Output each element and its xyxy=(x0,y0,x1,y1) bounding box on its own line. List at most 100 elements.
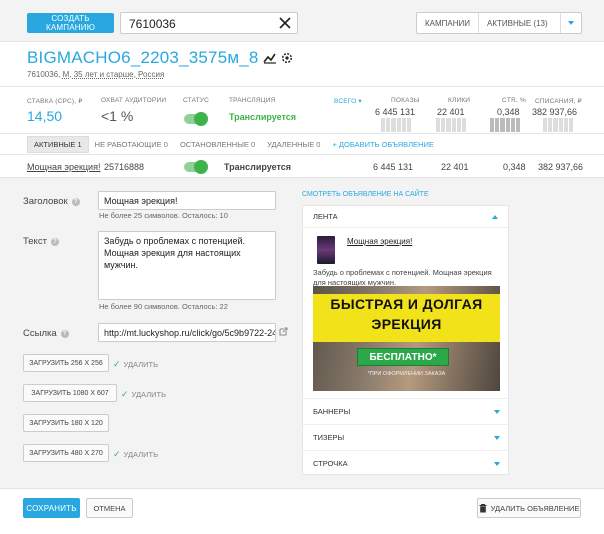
delete-1080-link[interactable]: ✓ Удалить xyxy=(121,389,166,400)
ad-id: 25716888 xyxy=(104,162,145,172)
ad-status-toggle[interactable] xyxy=(184,160,208,174)
ad-name-link[interactable]: Мощная эрекция! xyxy=(27,162,100,172)
line-label: Строчка xyxy=(313,459,348,468)
ad-ctr: 0,348 xyxy=(503,162,526,172)
delete-480-link[interactable]: ✓ Удалить xyxy=(113,449,158,460)
external-link-icon[interactable] xyxy=(279,327,288,336)
help-icon[interactable]: ? xyxy=(71,197,80,206)
headline-input[interactable]: Мощная эрекция! xyxy=(98,191,276,210)
ad-clicks: 22 401 xyxy=(441,162,469,172)
line-section-header[interactable]: Строчка xyxy=(303,450,510,476)
banners-section-header[interactable]: Баннеры xyxy=(303,398,510,424)
ad-shows: 6 445 131 xyxy=(373,162,414,172)
ad-broadcast-status: Транслируется xyxy=(224,162,292,172)
banner-headline-1: БЫСТРАЯ И ДОЛГАЯ xyxy=(330,296,483,312)
delete-256-link[interactable]: ✓ Удалить xyxy=(113,359,158,370)
banner-footnote: *при оформлении заказа xyxy=(367,371,446,377)
upload-256-button[interactable]: Загрузить 256 x 256 xyxy=(23,354,109,372)
search-value: 7610036 xyxy=(129,17,176,31)
tab-not-working[interactable]: Не работающие 0 xyxy=(89,137,174,152)
campaigns-tab[interactable]: Кампании xyxy=(417,13,480,33)
create-campaign-button[interactable]: Создать кампанию xyxy=(27,13,114,33)
spend-sparkline xyxy=(543,118,574,132)
chevron-down-icon xyxy=(494,409,500,414)
close-icon[interactable] xyxy=(277,15,293,31)
chevron-down-icon xyxy=(494,435,500,440)
delete-1080-label: Удалить xyxy=(131,390,167,399)
save-button[interactable]: Сохранить xyxy=(23,498,80,518)
ad-status-tabs: Активные 1 Не работающие 0 Остановленные… xyxy=(27,135,440,153)
shows-sparkline xyxy=(381,118,412,132)
rate-value[interactable]: 14,50 xyxy=(27,108,62,124)
banner-cta: БЕСПЛАТНО* xyxy=(357,348,449,366)
ad-thumbnail xyxy=(317,236,335,264)
chevron-up-icon xyxy=(492,214,498,219)
tab-active[interactable]: Активные 1 xyxy=(27,135,89,153)
total-label: Всего xyxy=(334,98,357,105)
ctr-value: 0,348 xyxy=(497,107,520,117)
help-icon[interactable]: ? xyxy=(60,329,69,338)
feed-label: Лента xyxy=(313,212,338,221)
ctr-sparkline xyxy=(490,118,521,132)
help-icon[interactable]: ? xyxy=(50,237,59,246)
tab-deleted[interactable]: Удаленные 0 xyxy=(261,137,326,152)
headline-label: Заголовок ? xyxy=(23,196,80,207)
active-filter[interactable]: Активные (13) xyxy=(479,13,561,33)
chevron-down-icon xyxy=(494,461,500,466)
upload-480-button[interactable]: Загрузить 480 x 270 xyxy=(23,444,109,462)
check-icon: ✓ xyxy=(121,389,129,399)
filter-dropdown[interactable] xyxy=(561,13,581,33)
shows-label: Показы xyxy=(391,97,420,104)
rate-label: Ставка (CPC), ₽ xyxy=(27,98,83,105)
search-input[interactable]: 7610036 xyxy=(120,12,298,34)
clicks-label: Клики xyxy=(448,97,471,104)
link-label: Ссылка ? xyxy=(23,328,69,339)
link-label-text: Ссылка xyxy=(23,328,57,339)
add-ad-button[interactable]: + Добавить объявление xyxy=(326,137,439,152)
broadcast-status: Транслируется xyxy=(229,112,297,122)
view-ad-on-site-link[interactable]: Смотреть объявление на сайте xyxy=(302,191,429,198)
delete-ad-button[interactable]: Удалить объявление xyxy=(477,498,581,518)
feed-section-header[interactable]: Лента xyxy=(303,206,508,228)
gear-icon[interactable] xyxy=(281,52,293,64)
table-row[interactable]: Мощная эрекция! 25716888 Транслируется 6… xyxy=(0,154,604,178)
teasers-label: Тизеры xyxy=(313,433,345,442)
headline-label-text: Заголовок xyxy=(23,196,68,207)
preview-ad-text: Забудь о проблемах с потенцией. Мощная э… xyxy=(313,268,492,287)
text-hint: Не более 90 символов. Осталось: 22 xyxy=(99,302,228,311)
tab-stopped[interactable]: Остановленные 0 xyxy=(174,137,261,152)
targeting-link[interactable]: М, 35 лет и старше, Россия xyxy=(63,70,165,79)
campaign-subtitle: 7610036, М, 35 лет и старше, Россия xyxy=(27,70,164,79)
text-textarea[interactable]: Забудь о проблемах с потенцией. Мощная э… xyxy=(98,231,276,300)
banners-label: Баннеры xyxy=(313,407,351,416)
text-label: Текст ? xyxy=(23,236,59,247)
campaign-stats: Ставка (CPC), ₽ 14,50 Охват аудитории <1… xyxy=(0,86,604,134)
banner-headline-2: ЭРЕКЦИЯ xyxy=(371,316,442,332)
ctr-label: CTR, % xyxy=(502,97,526,104)
campaign-filter: Кампании Активные (13) xyxy=(416,12,582,34)
status-label: Статус xyxy=(183,97,210,104)
ad-banner-image: БЫСТРАЯ И ДОЛГАЯ ЭРЕКЦИЯ БЕСПЛАТНО* *при… xyxy=(313,286,500,391)
link-input[interactable]: http://mt.luckyshop.ru/click/go/5c9b9722… xyxy=(98,323,276,342)
delete-256-label: Удалить xyxy=(123,360,159,369)
clicks-sparkline xyxy=(436,118,467,132)
chevron-down-icon xyxy=(568,21,574,25)
clicks-value: 22 401 xyxy=(437,107,465,117)
ad-spend: 382 937,66 xyxy=(538,162,584,172)
stats-chart-icon[interactable] xyxy=(262,52,277,64)
campaign-status-toggle[interactable] xyxy=(184,112,208,126)
text-label-text: Текст xyxy=(23,236,47,247)
teasers-section-header[interactable]: Тизеры xyxy=(303,424,510,450)
upload-180-button[interactable]: Загрузить 180 x 120 xyxy=(23,414,109,432)
total-period-select[interactable]: Всего ▾ xyxy=(334,97,362,105)
shows-value: 6 445 131 xyxy=(375,107,416,117)
campaign-id: 7610036, xyxy=(27,70,61,79)
delete-ad-label: Удалить объявление xyxy=(490,503,580,513)
preview-ad-title[interactable]: Мощная эрекция! xyxy=(347,237,412,246)
campaign-header: BIGMACHO6_2203_3575м_8 xyxy=(27,48,293,68)
headline-hint: Не более 25 символов. Осталось: 10 xyxy=(99,211,228,220)
reach-value: <1 % xyxy=(101,108,134,124)
spend-value: 382 937,66 xyxy=(532,107,578,117)
cancel-button[interactable]: Отмена xyxy=(86,498,133,518)
upload-1080-button[interactable]: Загрузить 1080 x 607 xyxy=(23,384,117,402)
